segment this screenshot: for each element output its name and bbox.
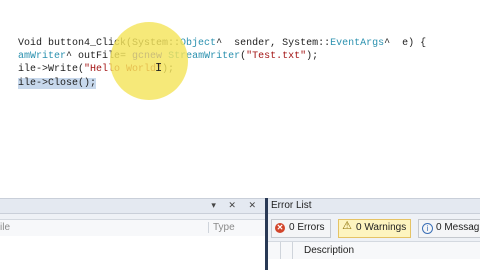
column-name-header[interactable]: ile — [0, 222, 10, 233]
warnings-count: 0 Warnings — [356, 222, 407, 233]
messages-count: 0 Messag — [436, 222, 480, 233]
warning-triangle-icon: ⚠ — [342, 220, 352, 232]
error-filter-bar: ✕ 0 Errors ⚠ 0 Warnings i 0 Messag — [268, 217, 480, 239]
code-editor[interactable]: Void button4_Click(System::Object^ sende… — [0, 0, 480, 198]
code-line-4[interactable]: ile->Close(); — [0, 64, 97, 89]
error-list-panel: Error List ✕ 0 Errors ⚠ 0 Warnings i 0 M… — [268, 198, 480, 271]
output-panel-titlebar: ▾ ✕ ✕ — [0, 199, 265, 214]
error-list-column-header: Description — [268, 241, 480, 260]
column-header: ile Type — [0, 219, 265, 237]
column-separator[interactable] — [280, 242, 281, 259]
panel-window-buttons[interactable]: ▾ ✕ ✕ — [211, 200, 261, 211]
warnings-filter-button[interactable]: ⚠ 0 Warnings — [338, 219, 411, 238]
code-token: ); — [306, 51, 319, 62]
error-list-title: Error List — [271, 200, 312, 211]
code-line-1[interactable]: Void button4_Click(System::Object^ sende… — [0, 24, 426, 49]
code-token: "Test.txt" — [246, 51, 307, 62]
error-list-body — [268, 259, 480, 271]
cursor-highlight — [110, 22, 188, 100]
column-separator[interactable] — [292, 242, 293, 259]
column-type-header[interactable]: Type — [208, 222, 235, 233]
info-circle-icon: i — [422, 223, 433, 234]
code-token: ^ e) { — [384, 38, 427, 49]
output-panel: ▾ ✕ ✕ ile Type — [0, 198, 265, 271]
error-list-titlebar: Error List — [268, 199, 480, 214]
code-token: EventArgs — [330, 38, 385, 49]
description-column-header[interactable]: Description — [304, 245, 354, 256]
errors-count: 0 Errors — [289, 222, 325, 233]
output-list — [0, 236, 265, 271]
selected-code-token: ile->Close(); — [18, 78, 97, 89]
messages-filter-button[interactable]: i 0 Messag — [418, 219, 480, 238]
error-circle-icon: ✕ — [275, 223, 285, 233]
errors-filter-button[interactable]: ✕ 0 Errors — [271, 219, 331, 238]
ibeam-cursor-icon: I — [155, 61, 163, 75]
